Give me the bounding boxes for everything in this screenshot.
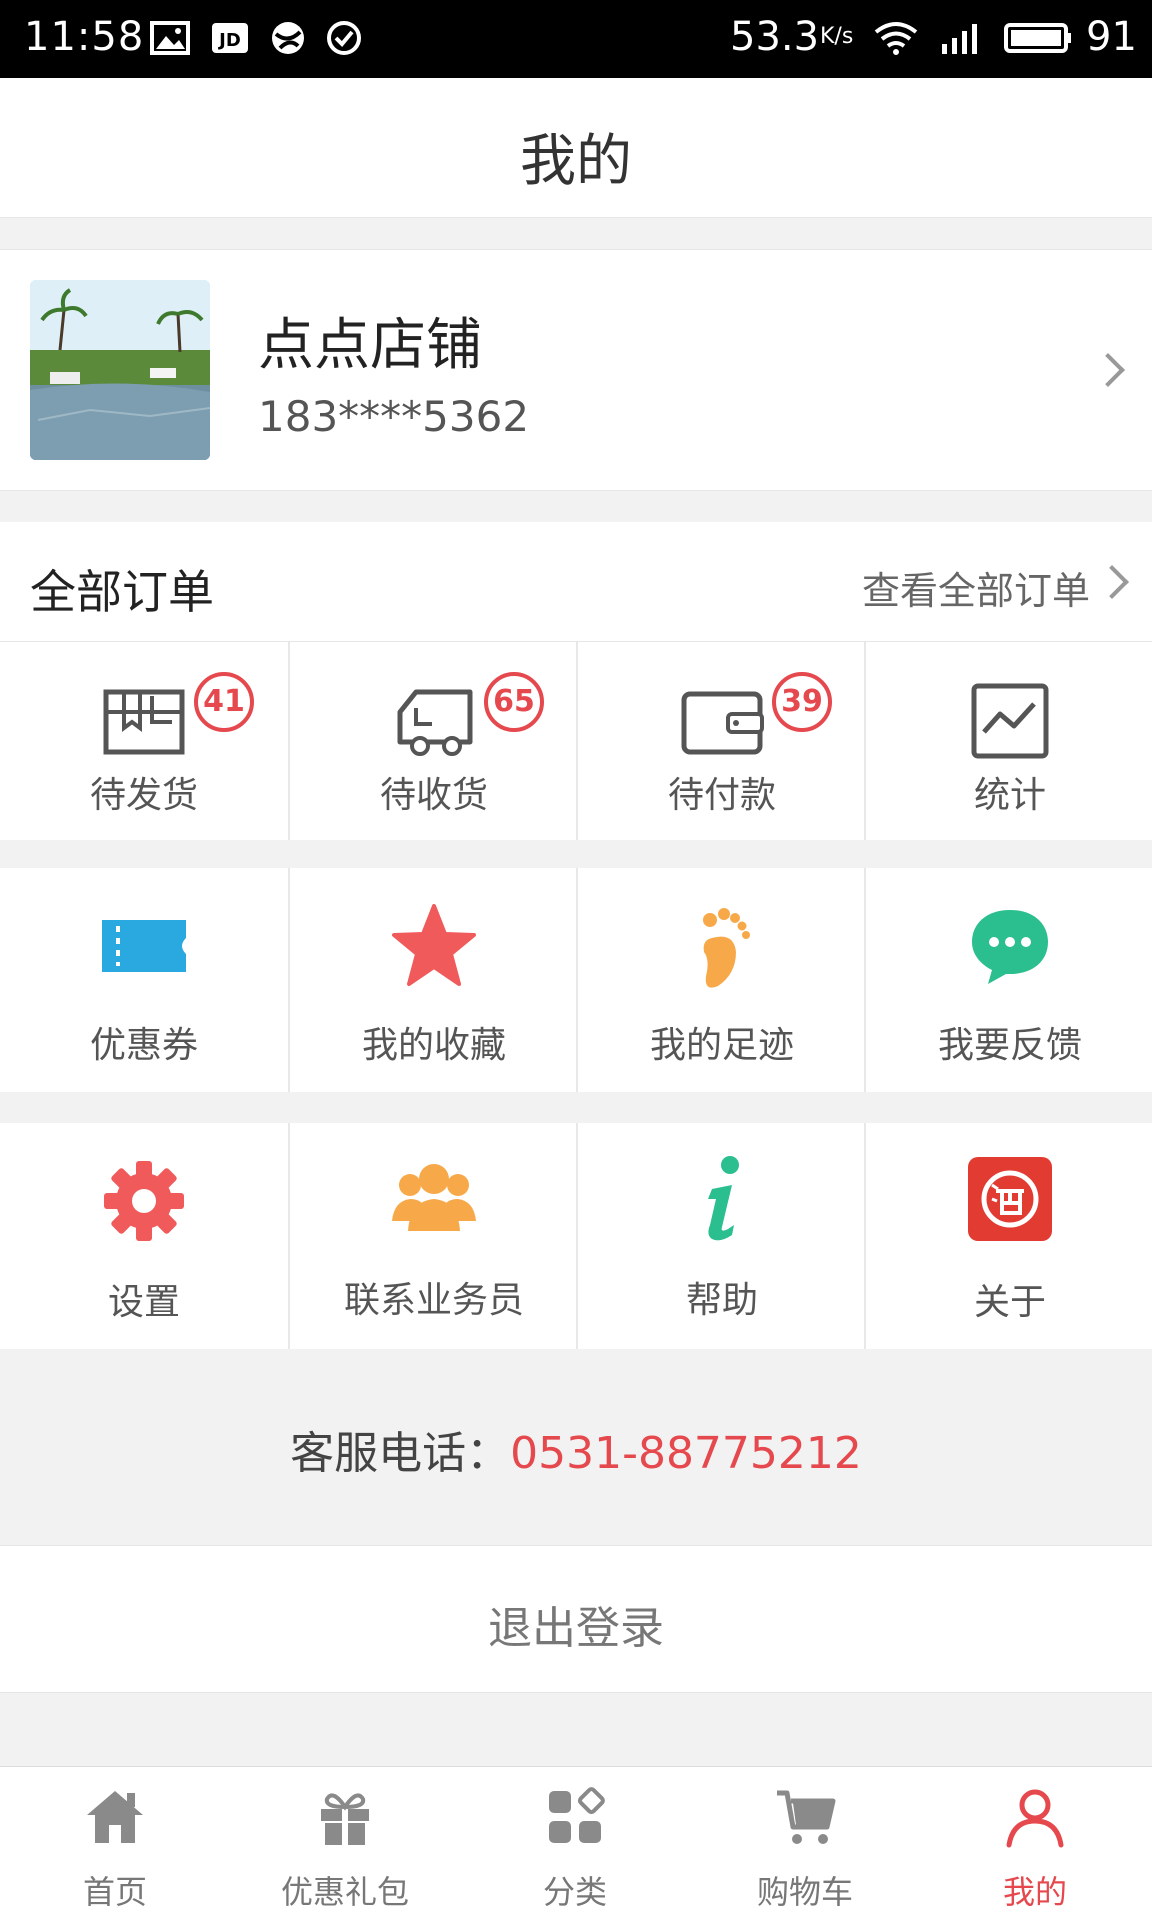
- battery-level: 91: [1086, 14, 1137, 60]
- order-item-to-receive[interactable]: 65 待收货: [288, 642, 576, 840]
- order-badge: 39: [772, 672, 832, 732]
- menu-item-label: 设置: [107, 1282, 180, 1323]
- battery-icon: [1004, 23, 1071, 53]
- tab-label: 首页: [82, 1873, 147, 1911]
- order-item-statistics[interactable]: 统计: [864, 642, 1152, 840]
- wallet-icon: [681, 691, 764, 755]
- chevron-right-icon[interactable]: [1095, 565, 1129, 599]
- chart-icon: [971, 683, 1049, 759]
- menu-row-2: 设置 联系业务员 帮助 关于: [0, 1123, 1152, 1349]
- app-icon: [272, 22, 304, 54]
- page-header: 我的: [0, 78, 1152, 218]
- coupon-icon: [102, 920, 186, 972]
- gear-icon: [104, 1161, 184, 1241]
- status-time: 11:58: [24, 14, 145, 60]
- tab-label: 优惠礼包: [280, 1873, 409, 1911]
- tab-cart[interactable]: 购物车: [690, 1767, 920, 1920]
- service-label: 客服电话：: [290, 1428, 511, 1479]
- category-icon: [549, 1787, 605, 1843]
- order-item-label: 待付款: [667, 775, 776, 816]
- tab-category[interactable]: 分类: [460, 1767, 690, 1920]
- menu-item-label: 帮助: [685, 1280, 758, 1321]
- menu-item-settings[interactable]: 设置: [0, 1123, 288, 1349]
- orders-title: 全部订单: [30, 565, 214, 619]
- menu-item-label: 优惠券: [89, 1025, 198, 1066]
- net-unit: K/s: [820, 24, 854, 49]
- service-phone-link[interactable]: 0531-88775212: [510, 1428, 862, 1479]
- logout-button[interactable]: 退出登录: [0, 1545, 1152, 1693]
- avatar-image: [30, 280, 210, 460]
- order-item-to-pay[interactable]: 39 待付款: [576, 642, 864, 840]
- menu-item-feedback[interactable]: 我要反馈: [864, 868, 1152, 1092]
- order-item-to-ship[interactable]: 41 待发货: [0, 642, 288, 840]
- customer-service: 客服电话：0531-88775212: [0, 1349, 1152, 1545]
- cart-icon: [777, 1790, 836, 1844]
- check-circle-icon: [327, 21, 361, 55]
- menu-item-coupon[interactable]: 优惠券: [0, 868, 288, 1092]
- bottom-tab-bar: 首页 优惠礼包 分类 购物车 我的: [0, 1766, 1152, 1920]
- status-bar: 11:58 JD 53.3 K/s 91: [0, 0, 1152, 78]
- user-icon: [1006, 1789, 1064, 1848]
- view-all-orders-link[interactable]: 查看全部订单: [862, 560, 1090, 615]
- menu-item-footprint[interactable]: 我的足迹: [576, 868, 864, 1092]
- tab-mine[interactable]: 我的: [920, 1767, 1150, 1920]
- order-badge: 41: [194, 672, 254, 732]
- order-badge: 65: [484, 672, 544, 732]
- footprint-icon: [703, 908, 750, 988]
- tab-home[interactable]: 首页: [0, 1767, 230, 1920]
- package-icon: [103, 689, 185, 755]
- svg-text:JD: JD: [217, 30, 241, 51]
- phone-number: 183****5362: [258, 392, 530, 441]
- menu-item-about[interactable]: 关于: [864, 1123, 1152, 1349]
- info-icon: [708, 1156, 739, 1241]
- tab-label: 购物车: [756, 1873, 853, 1911]
- page-title: 我的: [520, 129, 632, 194]
- net-speed: 53.3: [730, 14, 820, 60]
- profile-card[interactable]: 点点店铺 183****5362: [0, 249, 1152, 491]
- chat-bubble-icon: [972, 910, 1048, 984]
- menu-item-label: 关于: [973, 1282, 1046, 1323]
- logout-label: 退出登录: [488, 1603, 664, 1654]
- star-icon: [392, 904, 476, 986]
- tab-label: 我的: [1002, 1873, 1067, 1911]
- people-icon: [392, 1164, 476, 1231]
- menu-item-label: 我要反馈: [937, 1025, 1082, 1066]
- order-item-label: 统计: [973, 775, 1046, 816]
- menu-item-label: 我的足迹: [649, 1025, 794, 1066]
- menu-item-label: 联系业务员: [343, 1280, 524, 1321]
- gift-icon: [321, 1793, 369, 1845]
- order-item-label: 待发货: [89, 775, 198, 816]
- menu-item-favorites[interactable]: 我的收藏: [288, 868, 576, 1092]
- tab-label: 分类: [542, 1873, 607, 1911]
- avatar[interactable]: [30, 280, 210, 460]
- menu-row-1: 优惠券 我的收藏 我的足迹 我要反馈: [0, 868, 1152, 1092]
- image-icon: [150, 21, 190, 55]
- menu-item-help[interactable]: 帮助: [576, 1123, 864, 1349]
- signal-3g-icon: [942, 24, 977, 54]
- menu-item-label: 我的收藏: [361, 1025, 506, 1066]
- menu-item-contact-salesperson[interactable]: 联系业务员: [288, 1123, 576, 1349]
- shop-name: 点点店铺: [258, 313, 482, 378]
- chevron-right-icon[interactable]: [1091, 353, 1125, 387]
- truck-icon: [397, 689, 473, 756]
- order-status-row: 41 待发货 65 待收货 39 待付款 统计: [0, 642, 1152, 840]
- jd-icon: JD: [212, 23, 248, 53]
- orders-header: 全部订单 查看全部订单: [0, 522, 1152, 642]
- wine-logo-icon: [968, 1157, 1052, 1241]
- home-icon: [87, 1791, 143, 1843]
- wifi-icon: [874, 22, 918, 55]
- tab-gift-packs[interactable]: 优惠礼包: [230, 1767, 460, 1920]
- order-item-label: 待收货: [379, 775, 488, 816]
